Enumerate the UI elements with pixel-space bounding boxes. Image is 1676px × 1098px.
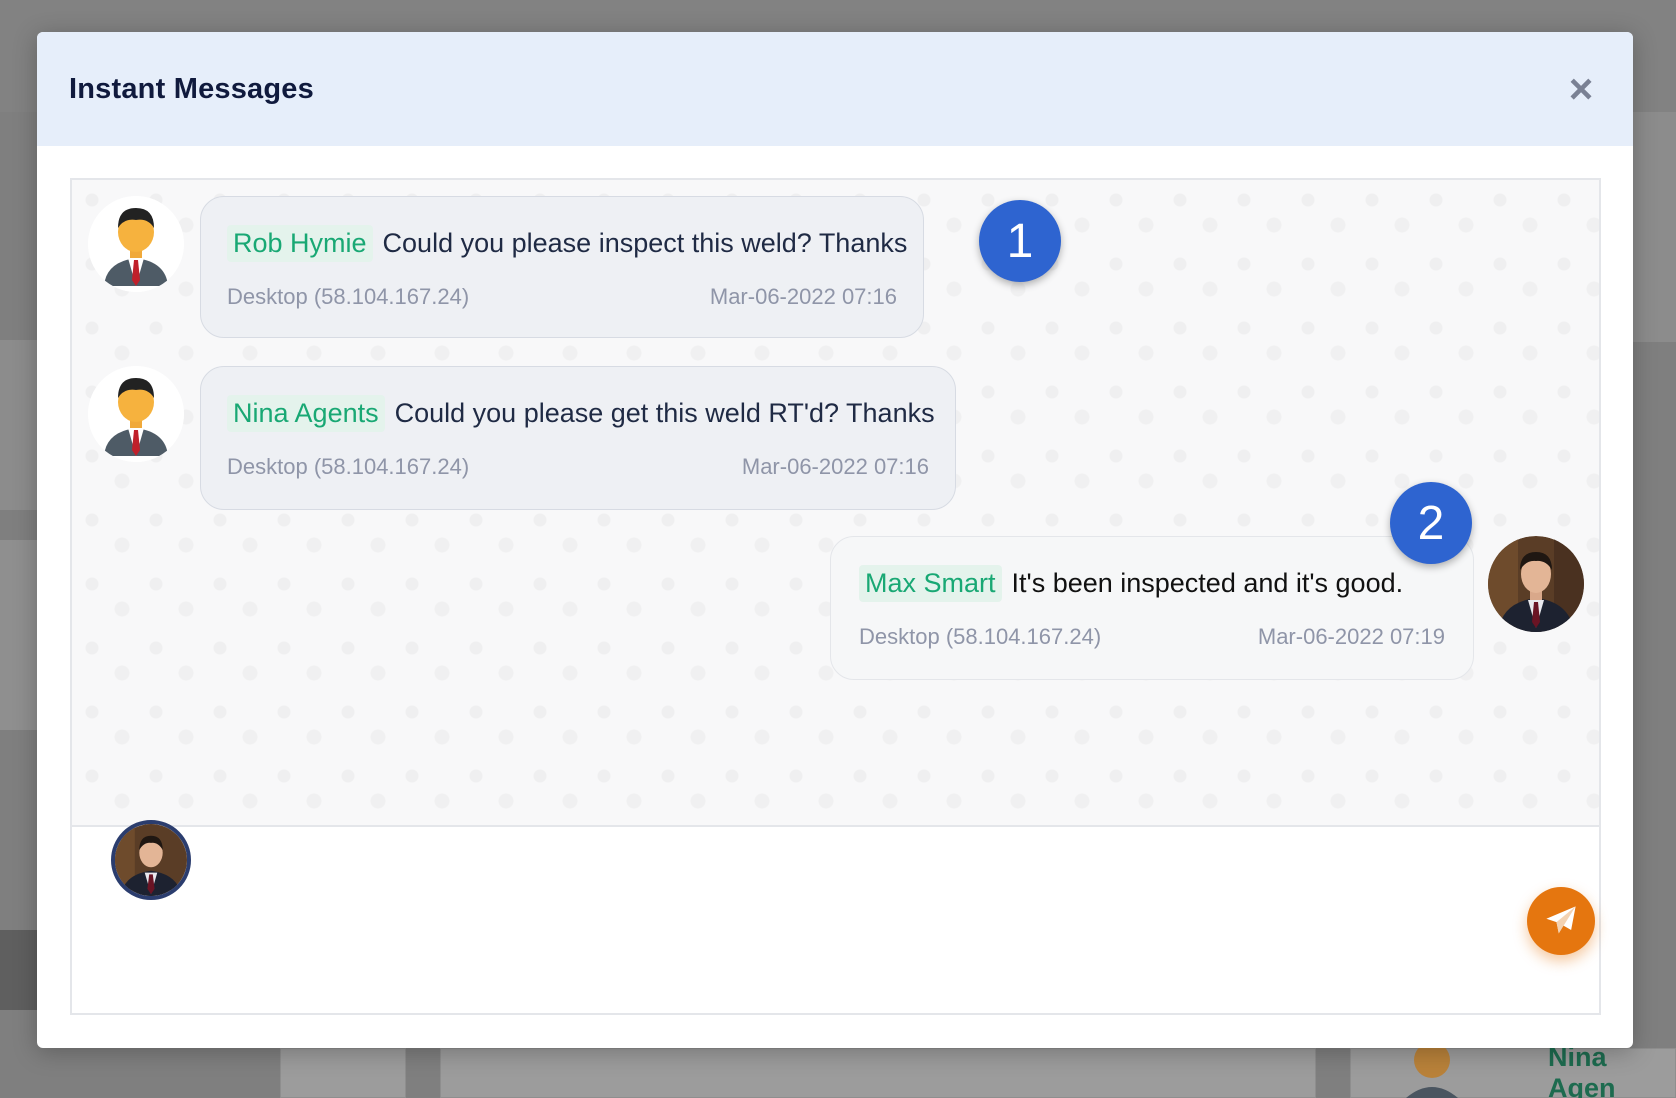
message-meta: Desktop (58.104.167.24) Mar-06-2022 07:1… (227, 284, 897, 310)
message-input[interactable] (212, 840, 1452, 1000)
message-timestamp: Mar-06-2022 07:16 (741, 454, 929, 479)
bg-left-dark (0, 930, 37, 1010)
bg-left-panel-2 (0, 540, 37, 730)
current-user-avatar[interactable] (111, 820, 191, 900)
message-timestamp: Mar-06-2022 07:19 (1257, 624, 1445, 649)
bg-contact-name: Nina Agen (1548, 1042, 1616, 1098)
sender-name[interactable]: Nina Agents (227, 395, 385, 432)
user-photo-avatar[interactable] (1488, 536, 1584, 632)
message-header: Max Smart It's been inspected and it's g… (859, 565, 1445, 602)
message-text: It's been inspected and it's good. (1011, 568, 1404, 598)
message-timestamp: Mar-06-2022 07:16 (709, 284, 897, 309)
sender-name[interactable]: Rob Hymie (227, 225, 373, 262)
close-button[interactable]: × (1561, 65, 1601, 112)
send-button[interactable] (1527, 887, 1595, 955)
message-meta: Desktop (58.104.167.24) Mar-06-2022 07:1… (227, 454, 929, 480)
message-text: Could you please inspect this weld? Than… (382, 228, 908, 258)
modal-header: Instant Messages × (37, 32, 1633, 146)
message-list[interactable]: Rob Hymie Could you please inspect this … (72, 180, 1599, 827)
message-source: Desktop (58.104.167.24) (227, 454, 470, 479)
message-header: Nina Agents Could you please get this we… (227, 395, 935, 432)
bg-card (280, 1048, 406, 1098)
message-text: Could you please get this weld RT'd? Tha… (394, 398, 935, 428)
message-bubble-outgoing: Max Smart It's been inspected and it's g… (830, 536, 1474, 680)
close-icon: × (1568, 65, 1594, 112)
sender-name[interactable]: Max Smart (859, 565, 1002, 602)
instant-messages-modal: Instant Messages × Rob Hymie Could you p… (37, 32, 1633, 1048)
message-bubble: Rob Hymie Could you please inspect this … (200, 196, 924, 338)
bg-right-panel (1632, 112, 1676, 342)
bg-card-center (440, 1048, 1316, 1098)
paper-plane-icon (1546, 906, 1576, 934)
message-source: Desktop (58.104.167.24) (859, 624, 1102, 649)
step-badge-1: 1 (979, 200, 1061, 282)
modal-title: Instant Messages (69, 72, 314, 105)
chat-panel: Rob Hymie Could you please inspect this … (70, 178, 1601, 1015)
bg-left-panel (0, 340, 37, 510)
message-source: Desktop (58.104.167.24) (227, 284, 470, 309)
message-header: Rob Hymie Could you please inspect this … (227, 225, 907, 262)
businessman-avatar-icon (88, 366, 184, 462)
message-meta: Desktop (58.104.167.24) Mar-06-2022 07:1… (859, 624, 1445, 650)
message-bubble: Nina Agents Could you please get this we… (200, 366, 956, 510)
step-badge-2: 2 (1390, 482, 1472, 564)
businessman-avatar-icon (88, 196, 184, 292)
